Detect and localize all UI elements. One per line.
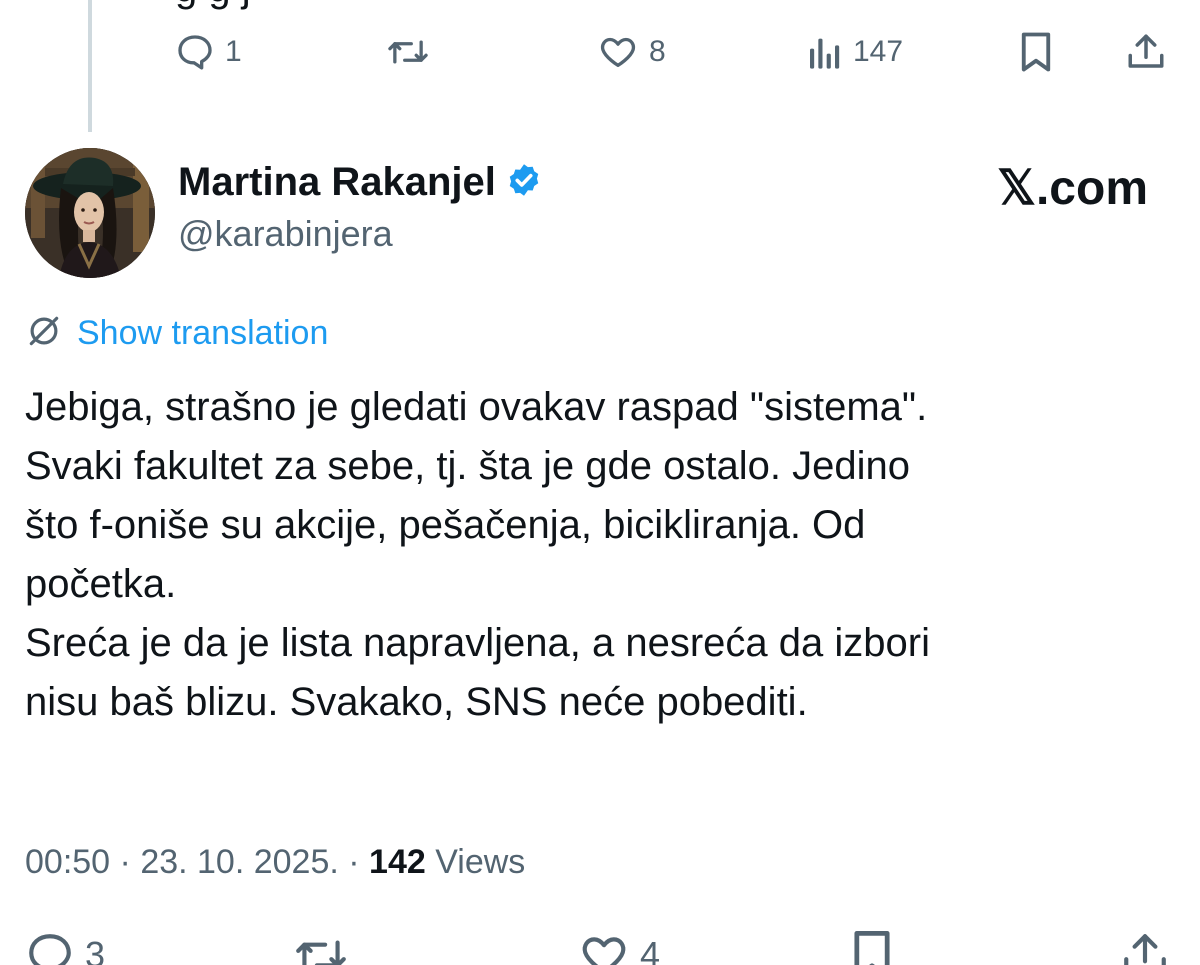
show-translation-label: Show translation [77,314,329,352]
author-block: Martina Rakanjel @karabinjera [178,160,542,255]
author-handle[interactable]: @karabinjera [178,213,542,255]
verified-badge-icon [506,162,542,203]
bookmark-button[interactable] [850,925,894,965]
tweet-views-label: Views [425,843,526,881]
author-name[interactable]: Martina Rakanjel [178,160,496,205]
heart-icon [597,32,639,72]
repost-button[interactable] [292,925,350,965]
share-icon [1120,930,1170,965]
share-icon [1125,31,1167,73]
tweet-date[interactable]: 23. 10. 2025. [140,843,339,881]
views-button[interactable]: 147 [807,22,903,82]
brand-label: 𝕏.com [997,162,1148,215]
tweet-views-count: 142 [369,843,426,881]
tweet-text-line: Jebiga, strašno je gledati ovakav raspad… [25,385,928,429]
separator: · [110,843,141,881]
tweet-action-bar: 3 4 [0,925,1200,965]
like-button[interactable]: 8 [597,22,666,82]
show-translation-button[interactable]: Show translation [25,312,328,355]
views-count: 147 [853,35,904,68]
previous-tweet-text: g g j [175,0,251,11]
tweet-metadata: 00:50 · 23. 10. 2025. · 142 Views [25,843,525,882]
translate-icon [25,312,63,355]
share-button[interactable] [1120,925,1170,965]
like-count: 8 [649,35,666,68]
tweet-text-line: nisu baš blizu. Svakako, SNS neće pobedi… [25,680,808,724]
reply-button[interactable]: 3 [25,925,105,965]
tweet-text-line: početka. [25,562,177,606]
repost-icon [292,930,350,965]
repost-icon [385,32,431,72]
reply-count: 1 [225,35,242,68]
separator: · [338,843,370,881]
tweet-text: Jebiga, strašno je gledati ovakav raspad… [25,378,1175,732]
reply-icon [25,930,75,965]
avatar[interactable] [25,148,155,278]
tweet-text-line: Sreća je da je lista napravljena, a nesr… [25,621,930,665]
reply-button[interactable]: 1 [175,22,242,82]
like-button[interactable]: 4 [578,925,660,965]
previous-tweet-action-bar: 1 8 147 [0,22,1200,82]
reply-count: 3 [85,934,106,965]
reply-icon [175,32,215,72]
heart-icon [578,930,630,965]
tweet-text-line: Svaki fakultet za sebe, tj. šta je gde o… [25,444,910,488]
bookmark-icon [850,929,894,965]
repost-button[interactable] [385,22,431,82]
like-count: 4 [640,934,661,965]
bookmark-icon [1018,31,1054,73]
share-button[interactable] [1125,22,1167,82]
analytics-icon [807,32,843,72]
tweet-text-line: što f-oniše su akcije, pešačenja, bicikl… [25,503,866,547]
bookmark-button[interactable] [1018,22,1054,82]
tweet-time[interactable]: 00:50 [25,843,110,881]
